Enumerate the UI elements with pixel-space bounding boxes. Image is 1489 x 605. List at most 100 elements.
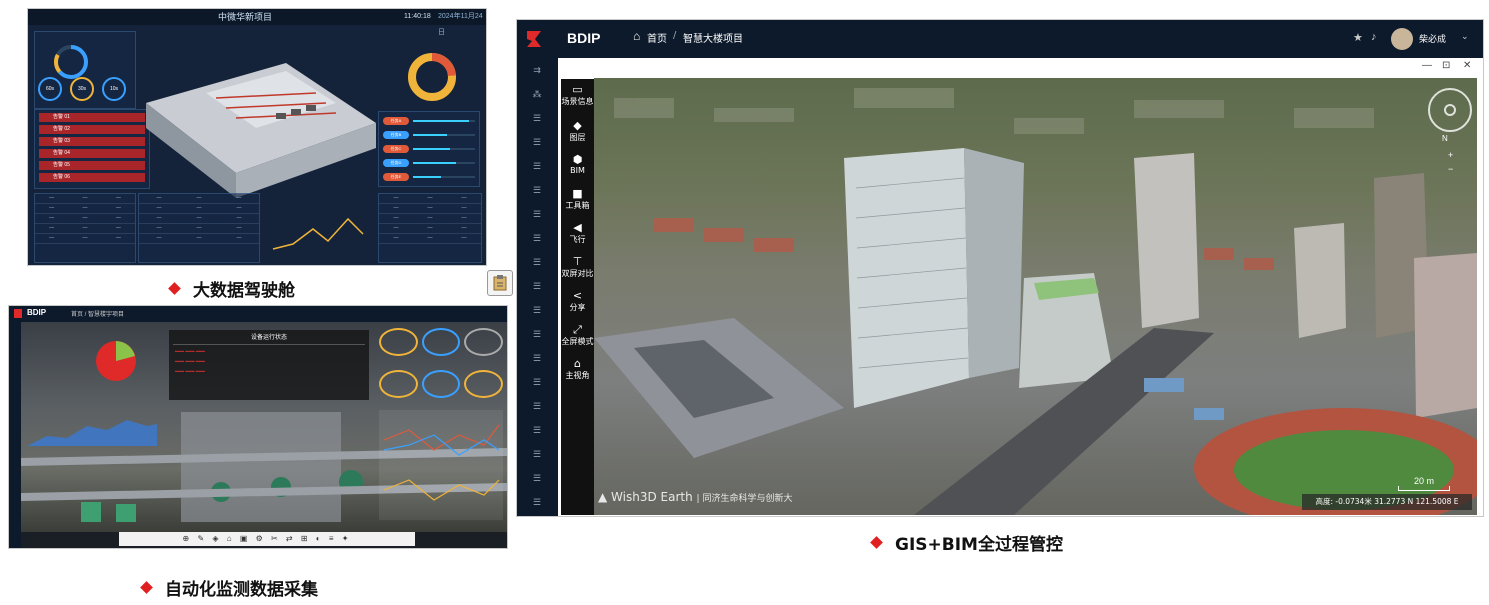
list-icon[interactable]: ☰ [531, 474, 543, 483]
gis-tool-panel: ▭ 场景信息 ◆ 图层 ⬢ BIM ■ 工具箱 ◀ 飞行 ⊤ 双屏对比 < 分享 ⤢ 全屏模式 … [561, 79, 594, 515]
clipboard-glyph [493, 275, 507, 291]
star-icon[interactable]: ★ [1353, 31, 1363, 44]
monitoring-brand: BDIP [27, 308, 47, 317]
tool-label: 全屏模式 [561, 337, 594, 346]
zoom-in-icon[interactable]: + [1448, 150, 1453, 160]
list-icon[interactable]: ☰ [531, 234, 543, 243]
table-row: — — — [35, 224, 135, 234]
watermark-subtext: | 同济生命科学与创新大 [696, 494, 793, 504]
caption-monitoring-text: 自动化监测数据采集 [165, 580, 318, 600]
monitoring-header: BDIP 首页 / 智慧楼宇项目 [9, 306, 507, 322]
minimize-icon[interactable]: — [1422, 60, 1432, 71]
caption-cockpit-text: 大数据驾驶舱 [193, 281, 295, 301]
progress-row: 任务C [383, 144, 475, 154]
monitoring-line-chart [379, 410, 503, 520]
list-icon[interactable]: ☰ [531, 402, 543, 411]
menu-toggle-icon[interactable]: ⇉ [531, 66, 543, 75]
alert-row[interactable]: 告警 03 [39, 137, 145, 146]
clipboard-icon[interactable] [487, 270, 513, 296]
list-icon[interactable]: ☰ [531, 258, 543, 267]
list-icon[interactable]: ☰ [531, 186, 543, 195]
tool-share[interactable]: < 分享 [561, 289, 594, 313]
list-icon[interactable]: ☰ [531, 378, 543, 387]
split-screen-icon: ⊤ [572, 255, 583, 268]
nav-home-link[interactable]: 首页 [647, 30, 667, 45]
home-icon: ⌂ [574, 357, 581, 370]
monitoring-toolbar[interactable]: ⊕ ✎ ◈ ⌂ ▣ ⚙ ✂ ⇄ ⊞ ◐ ≡ ✦ [119, 532, 415, 546]
cockpit-screenshot: 中微华新项目 11:40:18 2024年11月24日 60s 30s 10s … [27, 8, 487, 266]
monitoring-status-table: 设备运行状态 ━━━ ━━━ ━━━ ━━━ ━━━ ━━━ ━━━ ━━━ ━… [169, 330, 369, 400]
gis-map-canvas[interactable]: N + − ▲ Wish3D Earth | 同济生命科学与创新大 20 m 高… [594, 78, 1477, 515]
gis-window-bar: — ⊡ ✕ [594, 58, 1483, 78]
cockpit-progress-panel: 任务A 任务B 任务C 任务D 任务E [378, 111, 480, 187]
gauge [379, 370, 418, 398]
monitoring-pie-chart [96, 341, 136, 381]
progress-row: 任务D [383, 158, 475, 168]
monitoring-screenshot: BDIP 首页 / 智慧楼宇项目 设备运行状态 ━━━ ━━━ ━━━ ━━━ … [8, 305, 508, 549]
list-icon[interactable]: ☰ [531, 114, 543, 123]
diamond-bullet-icon [168, 282, 181, 295]
table-row: — — — [379, 214, 481, 224]
list-icon[interactable]: ☰ [531, 450, 543, 459]
plane-icon: ◀ [573, 221, 582, 234]
table-row: — — — [379, 234, 481, 244]
list-icon[interactable]: ☰ [531, 498, 543, 507]
north-indicator: N [1442, 134, 1448, 143]
compass-icon[interactable] [1428, 88, 1472, 132]
tool-fly[interactable]: ◀ 飞行 [561, 221, 594, 245]
diamond-bullet-icon [140, 581, 153, 594]
progress-row: 任务E [383, 172, 475, 182]
cluster-icon[interactable]: ⁂ [531, 90, 543, 99]
list-icon[interactable]: ☰ [531, 210, 543, 219]
coordinates-readout: 高度: -0.0734米 31.2773 N 121.5008 E [1302, 494, 1472, 510]
list-icon[interactable]: ☰ [531, 162, 543, 171]
monitoring-logo-icon [14, 309, 22, 318]
tool-label: 场景信息 [561, 97, 594, 106]
tool-scene-info[interactable]: ▭ 场景信息 [561, 83, 594, 107]
list-icon[interactable]: ☰ [531, 138, 543, 147]
list-icon[interactable]: ☰ [531, 306, 543, 315]
bell-icon[interactable]: ♪ [1371, 31, 1377, 43]
progress-fill [413, 176, 441, 178]
avatar[interactable] [1391, 28, 1413, 50]
list-icon[interactable]: ☰ [531, 426, 543, 435]
diamond-bullet-icon [870, 536, 883, 549]
table-row: — — — [139, 214, 259, 224]
user-menu-chevron-icon[interactable]: ⌄ [1461, 31, 1469, 42]
tool-main-view[interactable]: ⌂ 主视角 [561, 357, 594, 381]
monitoring-breadcrumb[interactable]: 首页 / 智慧楼宇项目 [71, 309, 124, 318]
toolbox-icon: ■ [572, 187, 583, 200]
bdip-logo-icon [527, 31, 541, 47]
list-icon[interactable]: ☰ [531, 354, 543, 363]
chevron-down-icon[interactable]: ⌄ [735, 30, 743, 41]
restore-icon[interactable]: ⊡ [1442, 60, 1450, 71]
table-row: — — — [139, 224, 259, 234]
alert-row[interactable]: 告警 06 [39, 173, 145, 182]
tool-bim[interactable]: ⬢ BIM [561, 153, 594, 175]
nav-project-dropdown[interactable]: 智慧大楼项目 [683, 30, 743, 45]
user-name[interactable]: 柴必成 [1419, 32, 1446, 45]
tool-split-screen[interactable]: ⊤ 双屏对比 [561, 255, 594, 279]
monitoring-gauges [379, 328, 503, 408]
alert-row[interactable]: 告警 02 [39, 125, 145, 134]
alert-row[interactable]: 告警 01 [39, 113, 145, 122]
cockpit-building-model [146, 63, 376, 198]
cockpit-table-left: — — — — — — — — — — — — — — — [34, 193, 136, 263]
cockpit-title: 中微华新项目 [218, 12, 273, 22]
list-icon[interactable]: ☰ [531, 330, 543, 339]
tool-label: BIM [570, 166, 585, 175]
tool-layers[interactable]: ◆ 图层 [561, 119, 594, 143]
gis-sidebar: ⇉ ⁂ ☰ ☰ ☰ ☰ ☰ ☰ ☰ ☰ ☰ ☰ ☰ ☰ ☰ ☰ ☰ ☰ ☰ [517, 58, 558, 516]
fullscreen-icon: ⤢ [573, 323, 582, 336]
close-icon[interactable]: ✕ [1463, 60, 1471, 71]
alert-row[interactable]: 告警 05 [39, 161, 145, 170]
table-row: — — — [35, 194, 135, 204]
list-icon[interactable]: ☰ [531, 282, 543, 291]
scale-label: 20 m [1413, 476, 1434, 486]
monitoring-sidebar [9, 322, 21, 548]
home-icon[interactable]: ⌂ [633, 29, 640, 43]
tool-fullscreen[interactable]: ⤢ 全屏模式 [561, 323, 594, 347]
tool-toolbox[interactable]: ■ 工具箱 [561, 187, 594, 211]
alert-row[interactable]: 告警 04 [39, 149, 145, 158]
zoom-out-icon[interactable]: − [1448, 164, 1453, 174]
